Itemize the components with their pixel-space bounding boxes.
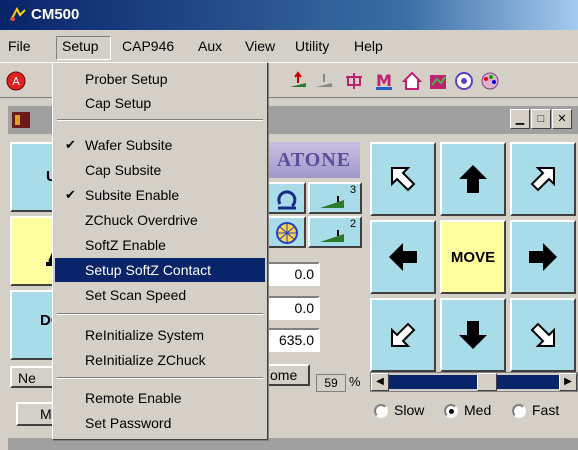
menu-set-password[interactable]: Set Password (55, 411, 265, 435)
check-icon: ✔ (65, 137, 76, 152)
maximize-button[interactable]: □ (531, 109, 551, 129)
chart-icon[interactable] (428, 71, 448, 91)
move-down-left-button[interactable] (370, 298, 436, 372)
arrow-up-icon (459, 165, 487, 193)
y-field[interactable]: 0.0 (266, 296, 320, 320)
arrow-down-left-icon (391, 322, 416, 347)
scroll-thumb[interactable] (477, 373, 497, 391)
move-up-right-button[interactable] (510, 142, 576, 216)
wafer-icon (276, 222, 298, 244)
radio-slow[interactable] (374, 404, 388, 418)
menu-file[interactable]: File (8, 38, 31, 54)
menu-softz-enable[interactable]: SoftZ Enable (55, 233, 265, 257)
rotate-button[interactable] (266, 182, 306, 214)
menu-view[interactable]: View (245, 38, 275, 54)
menu-setup-pressed-frame (56, 36, 111, 60)
move-down-button[interactable] (440, 298, 506, 372)
menu-set-scan-speed[interactable]: Set Scan Speed (55, 283, 265, 307)
minimize-button[interactable]: ▁ (510, 109, 530, 129)
probe-icon (320, 196, 344, 208)
x-field[interactable]: 0.0 (266, 262, 320, 286)
menu-utility[interactable]: Utility (295, 38, 329, 54)
percent-field[interactable]: 59 (316, 374, 346, 392)
probe-up-icon[interactable] (288, 71, 308, 91)
svg-text:A: A (12, 75, 20, 88)
scroll-track-fill-right (497, 375, 559, 389)
scroll-right-arrow[interactable]: ▶ (559, 373, 577, 391)
stop-icon[interactable]: A (6, 71, 26, 91)
measure-icon[interactable]: M (374, 71, 394, 91)
target-icon[interactable] (454, 71, 474, 91)
radio-fast[interactable] (512, 404, 526, 418)
speed-scrollbar[interactable]: ◀ ▶ (370, 372, 578, 392)
check-icon: ✔ (65, 187, 76, 202)
arrow-down-icon (459, 321, 487, 349)
wafer-button[interactable] (266, 216, 306, 248)
menu-reinitialize-system[interactable]: ReInitialize System (55, 323, 265, 347)
scroll-left-arrow[interactable]: ◀ (371, 373, 389, 391)
menu-cap-setup[interactable]: Cap Setup (55, 91, 265, 115)
menu-help[interactable]: Help (354, 38, 383, 54)
move-right-button[interactable] (510, 220, 576, 294)
scroll-track-fill (389, 375, 477, 389)
menu-reinitialize-zchuck[interactable]: ReInitialize ZChuck (55, 348, 265, 372)
arrow-up-right-icon (530, 167, 555, 192)
probe-3-button[interactable]: 3 (308, 182, 362, 214)
menu-wafer-subsite[interactable]: ✔ Wafer Subsite (55, 133, 265, 157)
radio-selected-dot (449, 409, 454, 414)
arrow-right-icon (529, 243, 557, 271)
percent-sign: % (349, 374, 361, 389)
brand-header: ATONE (268, 142, 360, 178)
move-up-button[interactable] (440, 142, 506, 216)
menu-cap-subsite[interactable]: Cap Subsite (55, 158, 265, 182)
align-icon[interactable] (344, 71, 364, 91)
home-icon[interactable] (401, 71, 423, 91)
arrow-up-left-icon (391, 167, 416, 192)
z-field[interactable]: 635.0 (266, 328, 320, 352)
move-center-button[interactable]: MOVE (440, 220, 506, 294)
home-button[interactable]: ome (262, 364, 310, 386)
menu-prober-setup[interactable]: Prober Setup (55, 67, 265, 91)
menu-separator (57, 119, 263, 121)
move-pad: MOVE (368, 140, 578, 372)
window-title: CM500 (31, 6, 80, 23)
menu-setup-softz-contact[interactable]: Setup SoftZ Contact (55, 258, 265, 282)
menu-separator (57, 377, 263, 379)
radio-med[interactable] (444, 404, 458, 418)
probe-2-button[interactable]: 2 (308, 216, 362, 248)
move-left-button[interactable] (370, 220, 436, 294)
probe-down-icon[interactable] (314, 71, 334, 91)
app-icon (8, 6, 28, 24)
arrow-down-right-icon (530, 322, 555, 347)
move-up-left-button[interactable] (370, 142, 436, 216)
menu-zchuck-overdrive[interactable]: ZChuck Overdrive (55, 208, 265, 232)
move-down-right-button[interactable] (510, 298, 576, 372)
probe-icon-2 (320, 230, 344, 242)
title-bar (0, 0, 578, 30)
menu-aux[interactable]: Aux (198, 38, 222, 54)
setup-menu: Prober Setup Cap Setup ✔ Wafer Subsite Ca… (52, 62, 268, 440)
menu-subsite-enable[interactable]: ✔ Subsite Enable (55, 183, 265, 207)
menu-remote-enable[interactable]: Remote Enable (55, 386, 265, 410)
mode-button[interactable]: M (16, 402, 54, 426)
close-button[interactable]: ✕ (552, 109, 572, 129)
inner-window-icon (12, 112, 30, 131)
rotate-icon (277, 190, 297, 210)
menu-separator (57, 313, 263, 315)
arrow-left-icon (389, 243, 417, 271)
palette-icon[interactable] (480, 71, 500, 91)
menu-cap946[interactable]: CAP946 (122, 38, 174, 54)
speed-selector: Slow Med Fast (370, 398, 578, 424)
